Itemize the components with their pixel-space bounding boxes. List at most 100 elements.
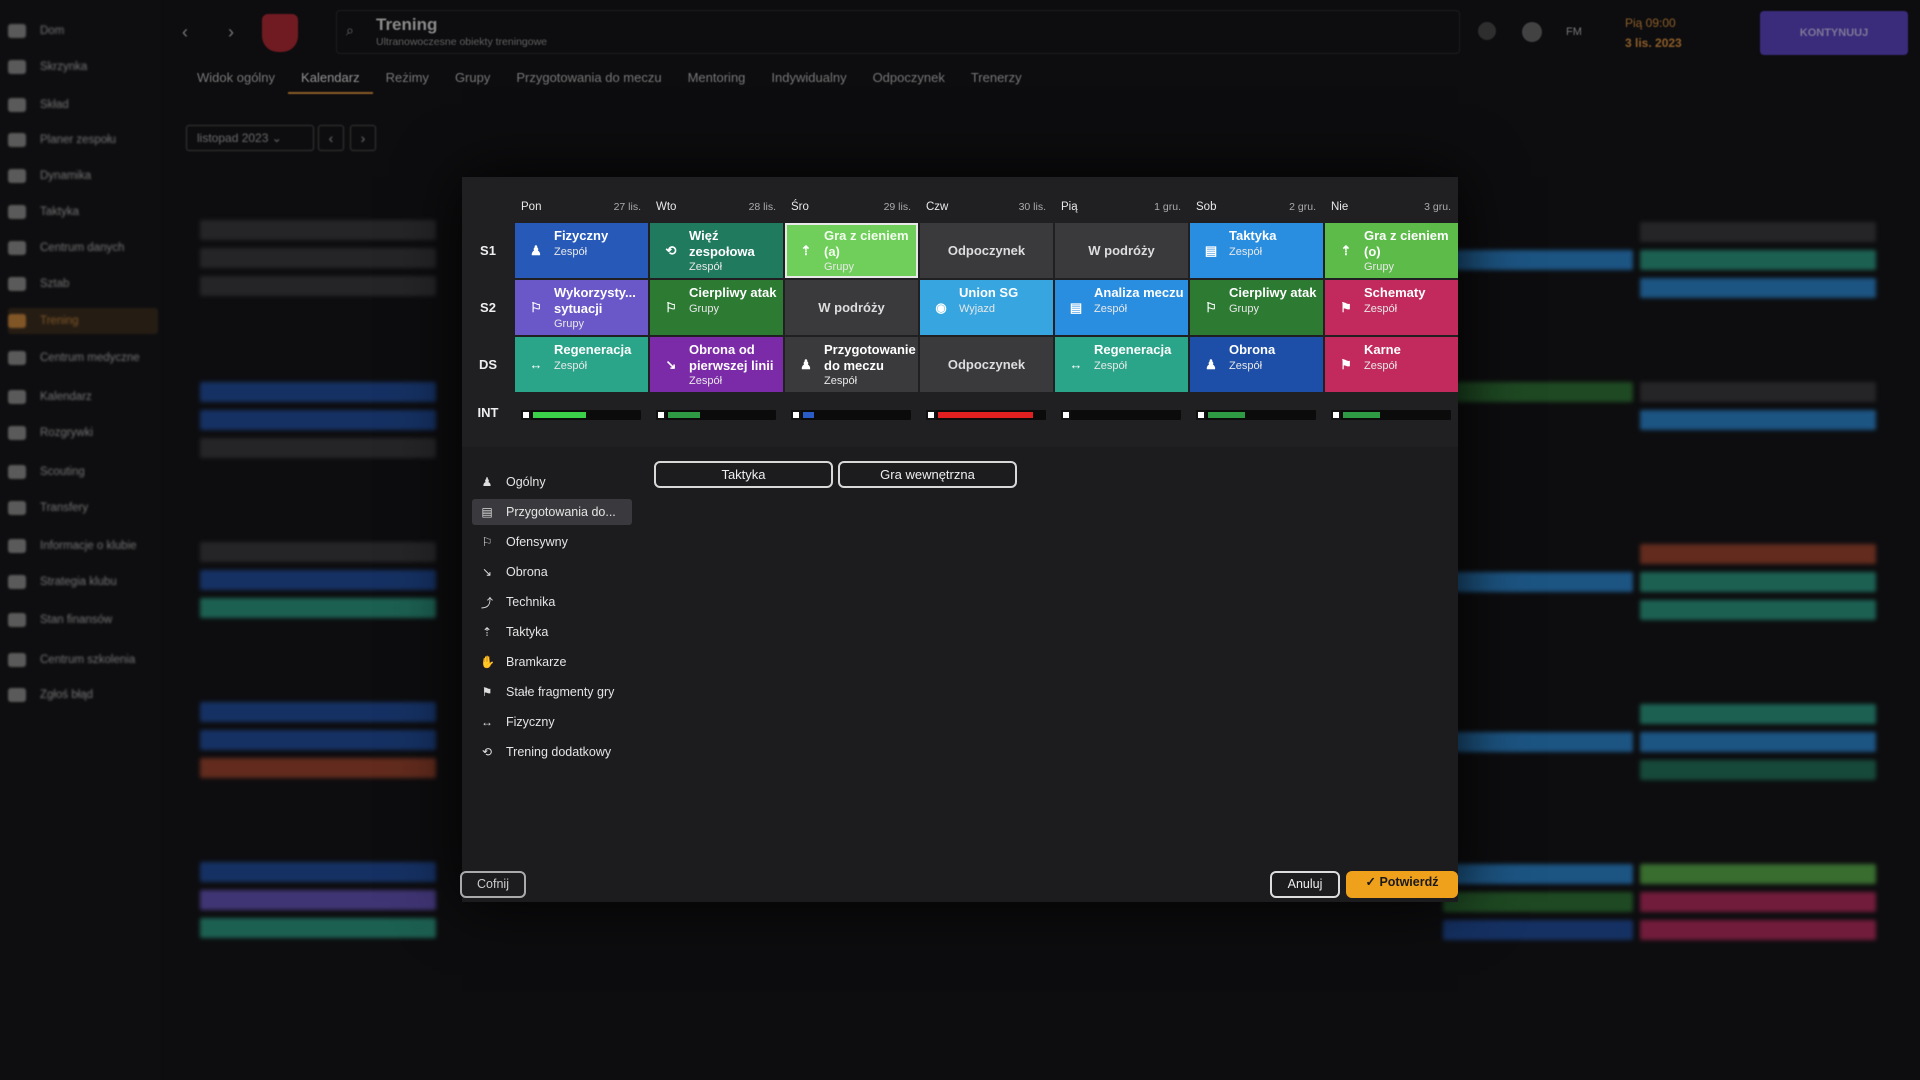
tab[interactable]: Widok ogólny bbox=[184, 70, 288, 94]
category-item[interactable]: ▤ Przygotowania do... bbox=[472, 499, 632, 525]
avatar[interactable] bbox=[1522, 22, 1542, 42]
session-cell[interactable]: ♟ Przygotowanie do meczu Zespół bbox=[785, 337, 918, 392]
internal-game-sub-button[interactable]: Gra wewnętrzna bbox=[838, 461, 1017, 488]
session-cell[interactable]: ↘ Obrona od pierwszej linii Zespół bbox=[650, 337, 783, 392]
sidebar-item-label: Strategia klubu bbox=[40, 576, 117, 588]
sidebar-item[interactable]: Informacje o klubie bbox=[8, 533, 158, 559]
sidebar-item[interactable]: Planer zespołu bbox=[8, 127, 158, 153]
intensity-bar[interactable] bbox=[1331, 410, 1451, 420]
bg-bar bbox=[1443, 250, 1633, 270]
intensity-bar[interactable] bbox=[1196, 410, 1316, 420]
sidebar-item[interactable]: Stan finansów bbox=[8, 607, 158, 633]
category-item[interactable]: ⚑ Stałe fragmenty gry bbox=[472, 679, 632, 705]
run-icon: ⚐ bbox=[1205, 299, 1217, 315]
category-item[interactable]: ↔ Fizyczny bbox=[472, 709, 632, 735]
session-cell[interactable]: ⟲ Więź zespołowa Zespół bbox=[650, 223, 783, 278]
forward-arrow-icon[interactable]: › bbox=[228, 22, 234, 43]
category-item[interactable]: ⟲ Trening dodatkowy bbox=[472, 739, 632, 765]
flag-icon: ⚑ bbox=[481, 685, 493, 699]
intensity-bar[interactable] bbox=[521, 410, 641, 420]
session-cell[interactable]: ⚐ Cierpliwy atak Grupy bbox=[1190, 280, 1323, 335]
tab[interactable]: Przygotowania do meczu bbox=[503, 70, 674, 94]
sidebar-item[interactable]: Taktyka bbox=[8, 199, 158, 225]
tab[interactable]: Reżimy bbox=[373, 70, 442, 94]
tab[interactable]: Kalendarz bbox=[288, 70, 373, 94]
bg-bar bbox=[200, 758, 436, 778]
day-header: Czw 30 lis. bbox=[926, 201, 1046, 217]
tab[interactable]: Trenerzy bbox=[958, 70, 1035, 94]
sidebar-item[interactable]: Centrum szkolenia bbox=[8, 647, 158, 673]
session-cell[interactable]: ⚑ Schematy Zespół bbox=[1325, 280, 1458, 335]
intensity-bar[interactable] bbox=[791, 410, 911, 420]
sidebar-icon bbox=[8, 613, 26, 627]
bg-bar bbox=[200, 570, 436, 590]
category-item[interactable]: ⤴ Technika bbox=[472, 589, 632, 615]
category-item[interactable]: ✋ Bramkarze bbox=[472, 649, 632, 675]
weekly-calendar: Pon 27 lis. Wto 28 lis. Śro 29 lis. Czw 30 lis.… bbox=[462, 177, 1458, 447]
notification-icon[interactable] bbox=[1478, 22, 1496, 40]
session-cell[interactable]: ▤ Taktyka Zespół bbox=[1190, 223, 1323, 278]
sidebar-item[interactable]: Rozgrywki bbox=[8, 420, 158, 446]
category-item[interactable]: ♟ Ogólny bbox=[472, 469, 632, 495]
sidebar-item[interactable]: Dynamika bbox=[8, 163, 158, 189]
session-cell[interactable]: ↔ Regeneracja Zespół bbox=[515, 337, 648, 392]
fm-label[interactable]: FM bbox=[1566, 26, 1582, 38]
intensity-marker bbox=[521, 410, 531, 420]
tab[interactable]: Grupy bbox=[442, 70, 503, 94]
session-cell[interactable]: ⚐ Wykorzysty... sytuacji Grupy bbox=[515, 280, 648, 335]
session-cell[interactable]: ▤ Analiza meczu Zespół bbox=[1055, 280, 1188, 335]
session-sub: Zespół bbox=[1229, 359, 1263, 372]
category-item[interactable]: ↘ Obrona bbox=[472, 559, 632, 585]
back-arrow-icon[interactable]: ‹ bbox=[182, 22, 188, 43]
session-title: Regeneracja bbox=[554, 342, 632, 357]
sidebar-item-label: Kalendarz bbox=[40, 391, 92, 403]
club-crest-icon[interactable] bbox=[262, 14, 298, 52]
session-cell[interactable]: ⚐ Cierpliwy atak Grupy bbox=[650, 280, 783, 335]
session-cell[interactable]: Odpoczynek bbox=[920, 223, 1053, 278]
sidebar-item[interactable]: Skład bbox=[8, 92, 158, 118]
tab[interactable]: Mentoring bbox=[675, 70, 759, 94]
session-cell[interactable]: ⇡ Gra z cieniem (a) Grupy bbox=[785, 223, 918, 278]
sidebar-item[interactable]: Sztab bbox=[8, 271, 158, 297]
continue-button[interactable]: KONTYNUUJ bbox=[1760, 11, 1908, 55]
intensity-bar[interactable] bbox=[926, 410, 1046, 420]
sidebar-icon bbox=[8, 169, 26, 183]
sidebar-item[interactable]: Centrum danych bbox=[8, 235, 158, 261]
day-header: Śro 29 lis. bbox=[791, 201, 911, 217]
category-item[interactable]: ⇡ Taktyka bbox=[472, 619, 632, 645]
tab[interactable]: Odpoczynek bbox=[860, 70, 958, 94]
sidebar-icon bbox=[8, 277, 26, 291]
sidebar-item[interactable]: Skrzynka bbox=[8, 54, 158, 80]
session-cell[interactable]: ♟ Fizyczny Zespół bbox=[515, 223, 648, 278]
intensity-bar[interactable] bbox=[1061, 410, 1181, 420]
session-cell[interactable]: ↔ Regeneracja Zespół bbox=[1055, 337, 1188, 392]
back-button[interactable]: Cofnij bbox=[460, 871, 526, 898]
sidebar-item[interactable]: Centrum medyczne bbox=[8, 345, 158, 371]
cancel-button[interactable]: Anuluj bbox=[1270, 871, 1340, 898]
confirm-button[interactable]: ✓ Potwierdź bbox=[1346, 871, 1458, 898]
sidebar-icon bbox=[8, 98, 26, 112]
sidebar-item[interactable]: Trening bbox=[8, 308, 158, 334]
sidebar-item[interactable]: Zgłoś błąd bbox=[8, 682, 158, 708]
intensity-bar[interactable] bbox=[656, 410, 776, 420]
bg-bar bbox=[1640, 704, 1876, 724]
category-item[interactable]: ⚐ Ofensywny bbox=[472, 529, 632, 555]
session-cell[interactable]: Odpoczynek bbox=[920, 337, 1053, 392]
sidebar-item[interactable]: Scouting bbox=[8, 459, 158, 485]
session-cell[interactable]: W podróży bbox=[1055, 223, 1188, 278]
sidebar-item[interactable]: Strategia klubu bbox=[8, 569, 158, 595]
session-cell[interactable]: ♟ Obrona Zespół bbox=[1190, 337, 1323, 392]
session-cell[interactable]: W podróży bbox=[785, 280, 918, 335]
tactics-sub-button[interactable]: Taktyka bbox=[654, 461, 833, 488]
bg-bar bbox=[1443, 892, 1633, 912]
session-sub: Zespół bbox=[1364, 359, 1398, 372]
flag-icon: ⚑ bbox=[1340, 356, 1352, 372]
session-cell[interactable]: ⚑ Karne Zespół bbox=[1325, 337, 1458, 392]
sidebar-item[interactable]: Transfery bbox=[8, 495, 158, 521]
tab[interactable]: Indywidualny bbox=[758, 70, 859, 94]
run-icon: ⚐ bbox=[481, 535, 493, 549]
session-cell[interactable]: ◉ Union SG Wyjazd bbox=[920, 280, 1053, 335]
session-cell[interactable]: ⇡ Gra z cieniem (o) Grupy bbox=[1325, 223, 1458, 278]
sidebar-item[interactable]: Dom bbox=[8, 18, 158, 44]
sidebar-item[interactable]: Kalendarz bbox=[8, 384, 158, 410]
